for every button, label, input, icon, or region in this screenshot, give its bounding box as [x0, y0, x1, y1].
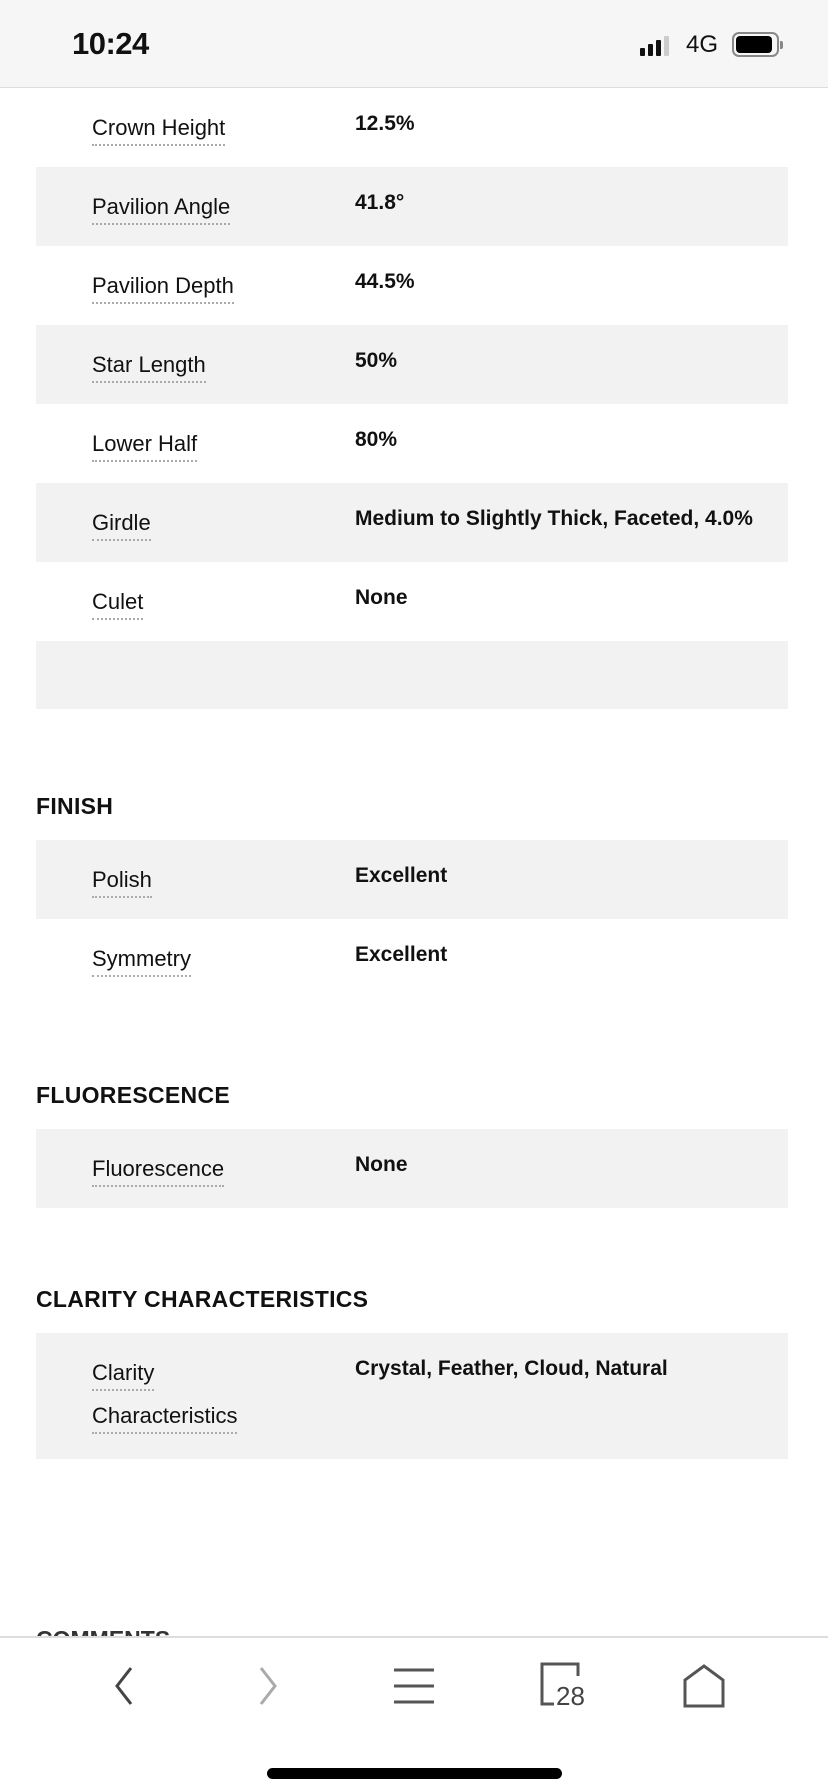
- table-row: Culet None: [36, 562, 788, 641]
- row-value: None: [355, 1153, 408, 1176]
- table-row: Crown Height 12.5%: [36, 88, 788, 167]
- row-label[interactable]: Clarity Characteristics: [92, 1360, 238, 1434]
- home-icon[interactable]: [674, 1656, 734, 1716]
- row-label[interactable]: Crown Height: [92, 115, 226, 146]
- row-label[interactable]: Culet: [92, 589, 144, 620]
- signal-icon: [640, 36, 669, 56]
- row-value: Crystal, Feather, Cloud, Natural: [355, 1357, 668, 1380]
- table-row: Lower Half 80%: [36, 404, 788, 483]
- section-heading-clarity: CLARITY CHARACTERISTICS: [36, 1286, 369, 1312]
- tabs-button[interactable]: 28: [536, 1656, 606, 1716]
- row-label[interactable]: Pavilion Angle: [92, 194, 231, 225]
- diamond-details: Crown Height 12.5% Pavilion Angle 41.8° Pa…: [36, 88, 788, 1459]
- row-label[interactable]: Polish: [92, 867, 152, 898]
- row-value: None: [355, 586, 408, 609]
- section-heading-fluorescence: FLUORESCENCE: [36, 1082, 231, 1108]
- row-value: 41.8°: [355, 191, 405, 214]
- table-row: Girdle Medium to Slightly Thick, Faceted,…: [36, 483, 788, 562]
- menu-icon[interactable]: [384, 1656, 444, 1716]
- tabs-count: 28: [556, 1681, 585, 1711]
- empty-row: [36, 641, 788, 709]
- table-row: Fluorescence None: [36, 1129, 788, 1208]
- row-value: 80%: [355, 428, 398, 451]
- table-row: Clarity Characteristics Crystal, Feather,…: [36, 1333, 788, 1459]
- home-indicator: [267, 1768, 562, 1779]
- browser-toolbar: 28: [0, 1636, 828, 1792]
- row-value: 44.5%: [355, 270, 415, 293]
- forward-icon[interactable]: [238, 1656, 298, 1716]
- section-heading-finish: FINISH: [36, 793, 114, 819]
- row-value: 50%: [355, 349, 398, 372]
- table-row: Polish Excellent: [36, 840, 788, 919]
- row-label[interactable]: Star Length: [92, 352, 206, 383]
- row-label[interactable]: Pavilion Depth: [92, 273, 234, 304]
- table-row: Pavilion Angle 41.8°: [36, 167, 788, 246]
- row-value: 12.5%: [355, 112, 415, 135]
- row-label[interactable]: Symmetry: [92, 946, 191, 977]
- row-value: Excellent: [355, 864, 448, 887]
- status-bar: 10:24 4G: [0, 0, 828, 88]
- row-value: Excellent: [355, 943, 448, 966]
- row-label[interactable]: Lower Half: [92, 431, 198, 462]
- row-value: Medium to Slightly Thick, Faceted, 4.0%: [355, 507, 753, 530]
- row-label[interactable]: Girdle: [92, 510, 151, 541]
- battery-icon: [732, 32, 783, 57]
- row-label[interactable]: Fluorescence: [92, 1156, 225, 1187]
- table-row: Pavilion Depth 44.5%: [36, 246, 788, 325]
- table-row: Symmetry Excellent: [36, 919, 788, 998]
- section-heading-comments: COMMENTS: [36, 1626, 170, 1636]
- network-type: 4G: [686, 31, 719, 58]
- status-time: 10:24: [72, 26, 149, 61]
- table-row: Star Length 50%: [36, 325, 788, 404]
- back-icon[interactable]: [94, 1656, 154, 1716]
